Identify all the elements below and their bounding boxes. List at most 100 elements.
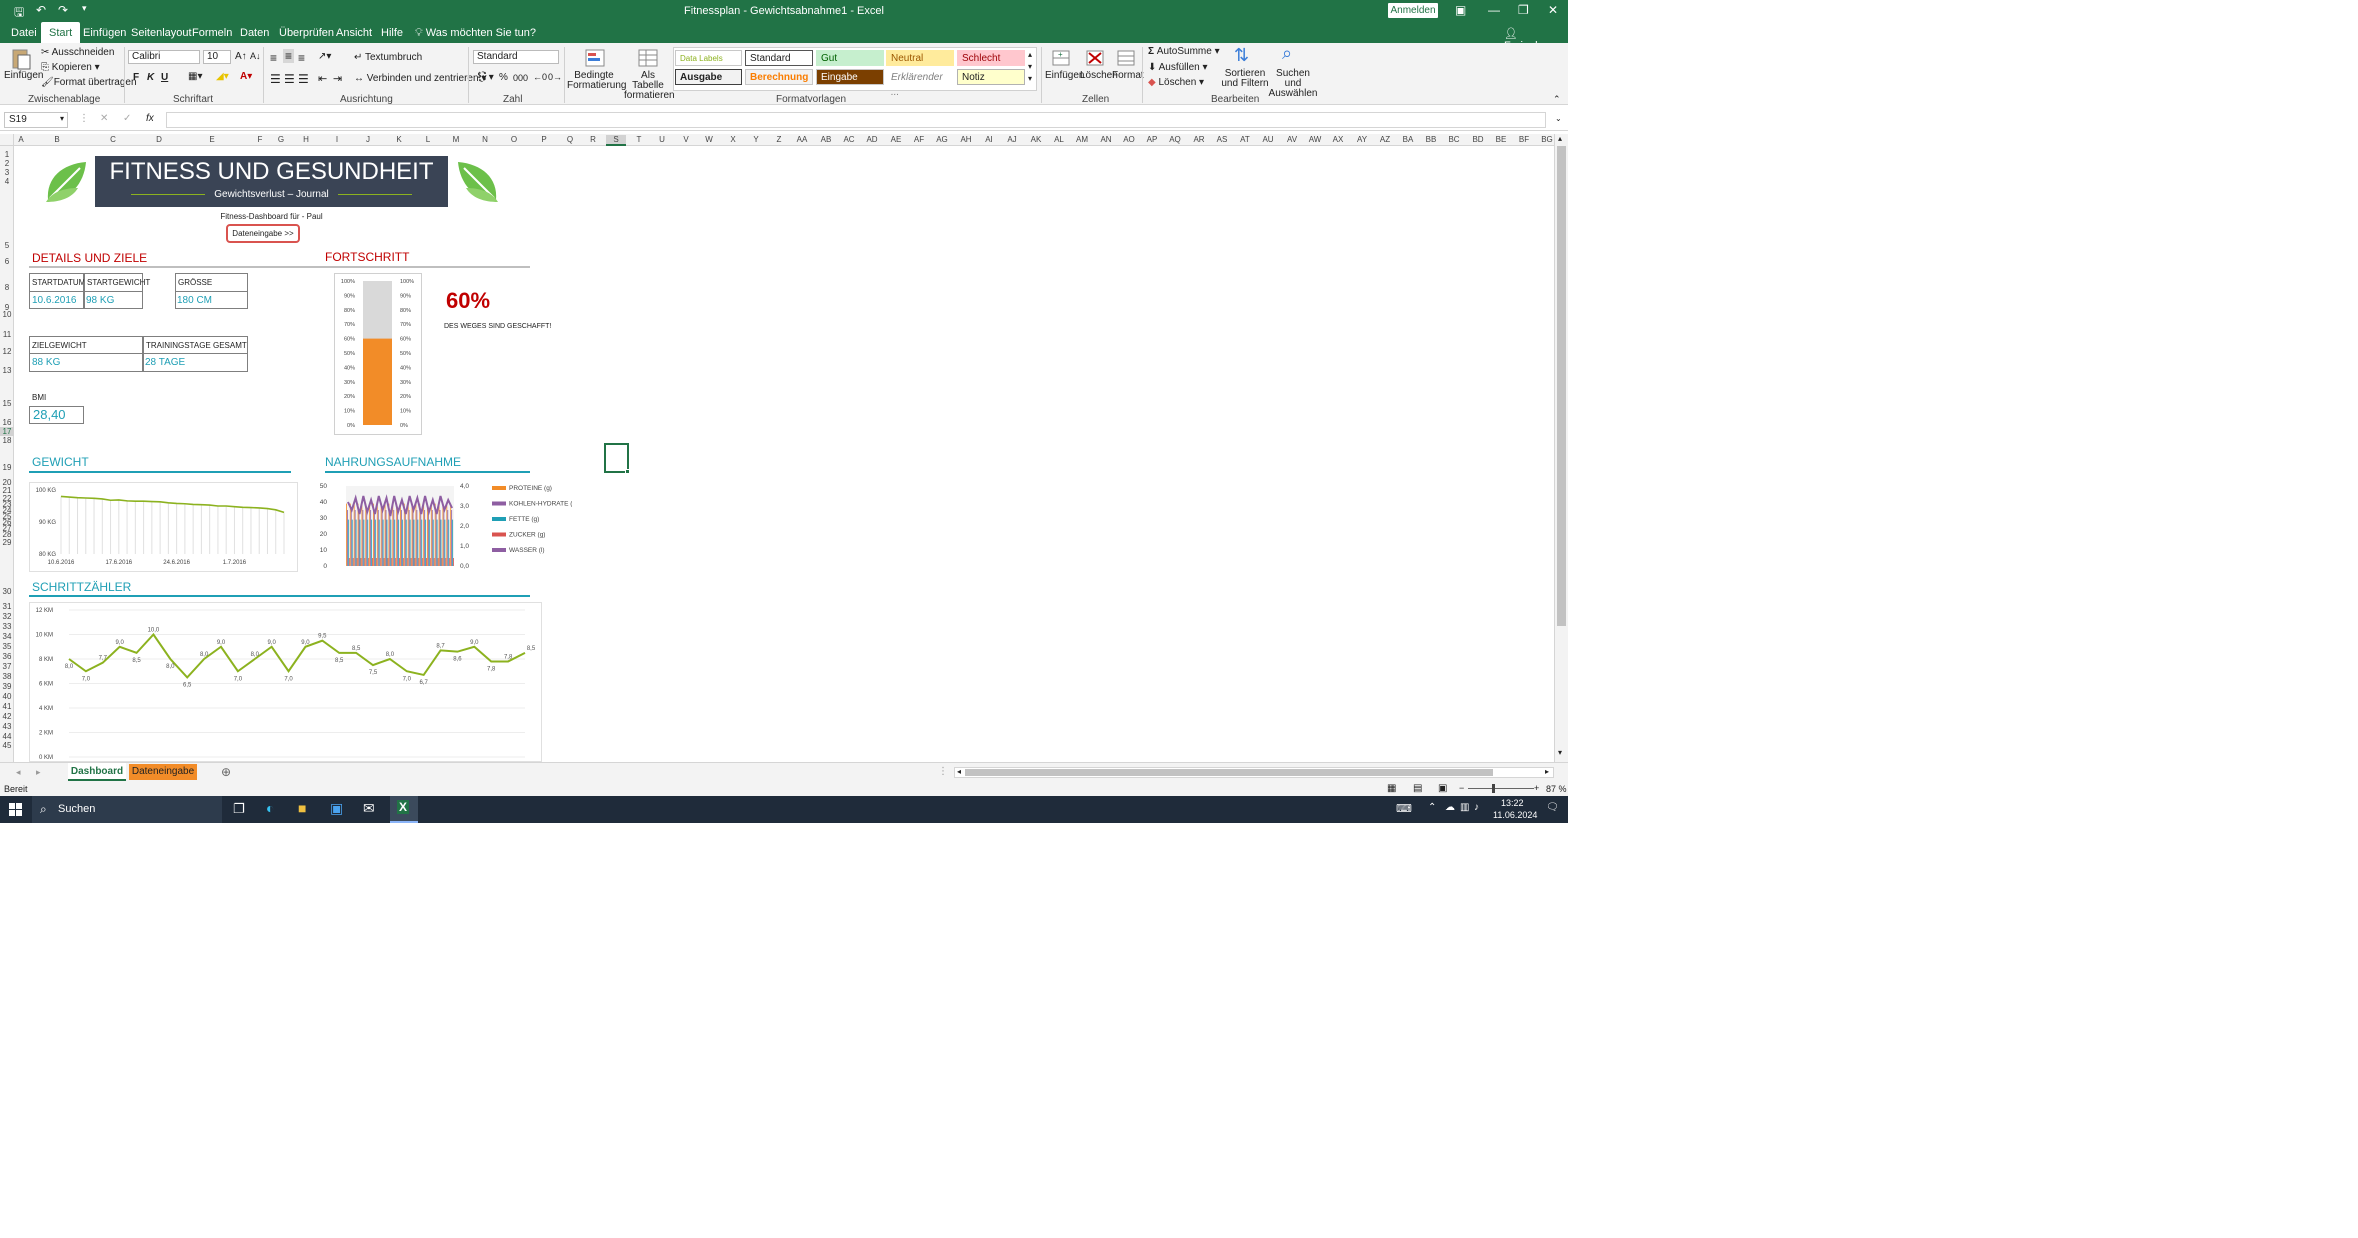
scroll-right-icon[interactable]: ▸	[1545, 767, 1549, 776]
worksheet[interactable]: FITNESS UND GESUNDHEIT Gewichtsverlust –…	[14, 146, 1554, 762]
nutrition-chart[interactable]: 50 40 30 20 10 0 4,0 3,0 2,0 1,0 0,0 PROTEINE (g) KO…	[314, 480, 572, 572]
number-format-combo[interactable]: Standard	[473, 50, 559, 64]
column-header[interactable]: AK	[1026, 135, 1046, 144]
column-header[interactable]: S	[606, 135, 626, 146]
volume-icon[interactable]: ♪	[1474, 802, 1479, 813]
column-header[interactable]: U	[652, 135, 672, 144]
row-header[interactable]: 30	[0, 587, 14, 596]
column-header[interactable]: BC	[1444, 135, 1464, 144]
tab-seitenlayout[interactable]: Seitenlayout	[131, 27, 192, 39]
row-header[interactable]: 15	[0, 399, 14, 408]
column-header[interactable]: AM	[1072, 135, 1092, 144]
column-header[interactable]: M	[446, 135, 466, 144]
sign-in-button[interactable]: Anmelden	[1388, 3, 1438, 18]
percent-button[interactable]: %	[499, 72, 508, 83]
align-middle-icon[interactable]: ≡	[283, 49, 295, 63]
horizontal-scrollbar[interactable]: ◂ ▸	[954, 767, 1554, 778]
column-header[interactable]: P	[534, 135, 554, 144]
increase-indent-icon[interactable]: ⇥	[333, 72, 342, 85]
steps-chart[interactable]: 12 KM 10 KM 8 KM 6 KM 4 KM 2 KM 0 KM 8,0 7,0 7,7 9…	[29, 602, 543, 762]
column-header[interactable]: BB	[1421, 135, 1441, 144]
row-header[interactable]: 17	[0, 427, 14, 436]
row-header[interactable]: 1	[0, 150, 14, 159]
next-sheet-icon[interactable]: ▸	[36, 767, 41, 778]
cut-button[interactable]: ✂ Ausschneiden	[41, 47, 114, 58]
column-header[interactable]: AC	[839, 135, 859, 144]
style-notiz[interactable]: Notiz	[957, 69, 1025, 85]
tab-formeln[interactable]: Formeln	[192, 27, 232, 39]
fill-handle[interactable]	[625, 469, 630, 474]
scroll-up-icon[interactable]: ▴	[1558, 134, 1562, 143]
gallery-scroll-icon[interactable]: ▴ ▾ ▾	[1028, 49, 1032, 85]
style-standard[interactable]: Standard	[745, 50, 813, 66]
ribbon-display-icon[interactable]: ▣	[1455, 3, 1466, 17]
align-right-icon[interactable]: ☰	[298, 72, 309, 86]
align-center-icon[interactable]: ☰	[284, 72, 295, 86]
row-header[interactable]: 31	[0, 602, 14, 611]
style-berechnung[interactable]: Berechnung	[745, 69, 813, 85]
row-header[interactable]: 5	[0, 241, 14, 250]
column-header[interactable]: BA	[1398, 135, 1418, 144]
store-icon[interactable]: ▣	[330, 800, 343, 817]
tab-splitter-icon[interactable]: ⋮	[938, 766, 948, 777]
sheet-tab-dateneingabe[interactable]: Dateneingabe	[129, 764, 197, 780]
cancel-entry-icon[interactable]: ✕	[100, 113, 108, 124]
sort-filter-button[interactable]: Sortieren und Filtern	[1219, 69, 1271, 89]
paste-icon[interactable]	[10, 47, 32, 71]
font-color-icon[interactable]: A▾	[240, 71, 252, 82]
weight-chart[interactable]: 100 KG 90 KG 80 KG 10.6.2016 17.6.2016 24.6.2…	[29, 482, 298, 572]
format-table-icon[interactable]	[637, 48, 659, 68]
task-view-icon[interactable]: ❐	[233, 801, 245, 817]
align-top-icon[interactable]: ≡	[270, 51, 277, 65]
align-left-icon[interactable]: ☰	[270, 72, 281, 86]
notification-icon[interactable]: 🗨︎	[1546, 802, 1559, 813]
column-header[interactable]: AH	[956, 135, 976, 144]
column-header[interactable]: C	[103, 135, 123, 144]
clock-date[interactable]: 11.06.2024	[1493, 810, 1537, 820]
find-select-icon[interactable]: ⌕	[1282, 43, 1292, 64]
zoom-in-icon[interactable]: +	[1534, 783, 1539, 793]
restore-icon[interactable]: ❐	[1518, 3, 1529, 17]
sheet-tab-dashboard[interactable]: Dashboard	[68, 763, 126, 781]
excel-taskbar-button[interactable]: X	[390, 796, 418, 823]
clock-time[interactable]: 13:22	[1501, 798, 1524, 808]
column-header[interactable]: AI	[979, 135, 999, 144]
edge-icon[interactable]: ◐	[266, 800, 274, 816]
style-eingabe[interactable]: Eingabe	[816, 69, 884, 85]
row-header[interactable]: 36	[0, 652, 14, 661]
zoom-out-icon[interactable]: −	[1459, 783, 1464, 793]
page-break-icon[interactable]: ▣	[1438, 783, 1447, 794]
insert-cells-icon[interactable]: +	[1050, 48, 1072, 68]
row-header[interactable]: 35	[0, 642, 14, 651]
tab-ueberpruefen[interactable]: Überprüfen	[279, 27, 334, 39]
column-header[interactable]: AE	[886, 135, 906, 144]
style-gut[interactable]: Gut	[816, 50, 884, 66]
row-header[interactable]: 3	[0, 168, 14, 177]
zoom-thumb[interactable]	[1492, 784, 1495, 793]
style-schlecht[interactable]: Schlecht	[957, 50, 1025, 66]
font-size-combo[interactable]: 10	[203, 50, 231, 64]
tab-start[interactable]: Start	[41, 22, 81, 43]
name-box-dropdown-icon[interactable]: ▾	[60, 114, 64, 123]
column-header[interactable]: AA	[792, 135, 812, 144]
column-header[interactable]: BD	[1468, 135, 1488, 144]
zoom-slider[interactable]	[1468, 788, 1534, 789]
mail-icon[interactable]: ✉	[363, 800, 375, 817]
confirm-entry-icon[interactable]: ✓	[123, 113, 131, 124]
column-header[interactable]: BF	[1514, 135, 1534, 144]
column-header[interactable]: AJ	[1002, 135, 1022, 144]
row-header[interactable]: 32	[0, 612, 14, 621]
vscroll-thumb[interactable]	[1557, 146, 1566, 626]
column-header[interactable]: X	[723, 135, 743, 144]
increase-decimal-icon[interactable]: ←0	[533, 72, 547, 82]
row-header[interactable]: 37	[0, 662, 14, 671]
add-sheet-icon[interactable]: ⊕	[221, 765, 231, 779]
sort-filter-icon[interactable]: ⇅	[1234, 45, 1249, 66]
column-header[interactable]: AN	[1096, 135, 1116, 144]
style-erklaerender[interactable]: Erklärender ...	[886, 69, 954, 98]
tab-einfuegen[interactable]: Einfügen	[83, 27, 126, 39]
name-box[interactable]: S19	[4, 112, 68, 128]
zoom-level[interactable]: 87 %	[1546, 784, 1567, 794]
windows-start-icon[interactable]	[9, 803, 23, 817]
row-header[interactable]: 13	[0, 366, 14, 375]
